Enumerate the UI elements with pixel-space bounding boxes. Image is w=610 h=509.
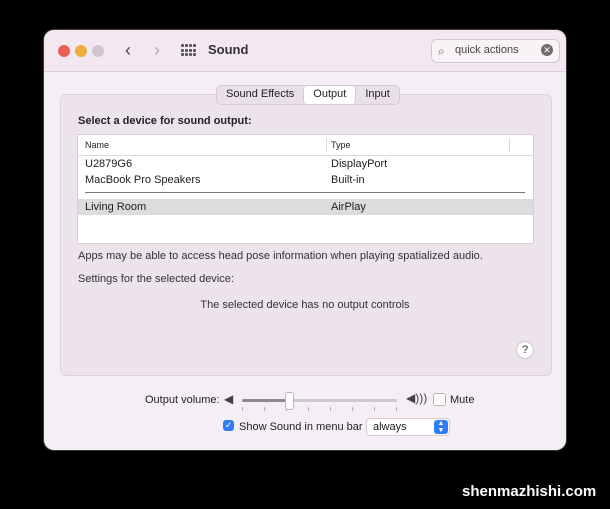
slider-tick [330, 407, 331, 411]
output-device-table: Name Type U2879G6 DisplayPort MacBook Pr… [77, 134, 534, 244]
column-header-name[interactable]: Name [85, 140, 109, 150]
column-divider [326, 138, 327, 152]
column-header-type[interactable]: Type [331, 140, 351, 150]
mute-checkbox[interactable] [433, 393, 446, 406]
back-chevron-icon[interactable]: ‹ [118, 40, 138, 60]
updown-chevron-icon: ▲ ▼ [434, 420, 448, 434]
window-title: Sound [208, 42, 249, 57]
show-all-grid-icon[interactable] [181, 44, 196, 57]
mute-label: Mute [450, 394, 475, 406]
output-volume-label: Output volume: [145, 394, 220, 406]
minimize-window-button[interactable] [75, 45, 87, 57]
no-output-controls-text: The selected device has no output contro… [200, 299, 410, 311]
volume-slider-thumb[interactable] [284, 392, 294, 410]
search-icon: ⌕ [438, 44, 445, 58]
device-type: DisplayPort [331, 158, 388, 170]
speaker-high-icon: ◀))) [406, 391, 428, 405]
forward-chevron-icon[interactable]: › [147, 40, 167, 60]
close-window-button[interactable] [58, 45, 70, 57]
device-settings-label: Settings for the selected device: [78, 273, 234, 285]
sound-preferences-window: ‹ › Sound ⌕ quick actions ✕ Sound Effect… [44, 30, 566, 450]
slider-tick [242, 407, 243, 411]
output-volume-slider[interactable] [242, 392, 397, 411]
slider-tick [308, 407, 309, 411]
menu-bar-visibility-select[interactable]: always ▲ ▼ [366, 418, 450, 436]
watermark-text: shenmazhishi.com [462, 483, 597, 500]
search-field[interactable]: ⌕ quick actions ✕ [431, 39, 560, 63]
column-divider [509, 138, 510, 152]
table-row[interactable]: MacBook Pro Speakers Built-in [78, 172, 533, 188]
table-row[interactable]: U2879G6 DisplayPort [78, 156, 533, 172]
clear-search-icon[interactable]: ✕ [541, 44, 553, 56]
tab-input[interactable]: Input [356, 86, 398, 104]
device-name: U2879G6 [85, 158, 133, 170]
search-input-value[interactable]: quick actions [455, 44, 519, 56]
zoom-window-button[interactable] [92, 45, 104, 57]
slider-tick [374, 407, 375, 411]
device-name: Living Room [85, 201, 147, 213]
tab-sound-effects[interactable]: Sound Effects [217, 86, 303, 104]
speaker-low-icon: ◀ [224, 392, 234, 406]
help-button[interactable]: ? [516, 341, 534, 359]
table-header: Name Type [78, 135, 533, 156]
head-pose-info-text: Apps may be able to access head pose inf… [78, 250, 483, 262]
volume-fill [242, 399, 289, 402]
tab-bar: Sound Effects Output Input [216, 85, 400, 105]
device-type: Built-in [331, 174, 365, 186]
slider-tick [396, 407, 397, 411]
title-bar: ‹ › Sound ⌕ quick actions ✕ [44, 30, 566, 72]
show-in-menu-bar-label: Show Sound in menu bar [239, 421, 363, 433]
device-type: AirPlay [331, 201, 366, 213]
menu-bar-visibility-value: always [373, 421, 407, 433]
device-select-prompt: Select a device for sound output: [78, 115, 252, 127]
device-group-divider [85, 192, 525, 193]
show-in-menu-bar-checkbox[interactable]: ✓ [223, 420, 234, 431]
tab-output[interactable]: Output [303, 86, 357, 104]
slider-tick [264, 407, 265, 411]
device-name: MacBook Pro Speakers [85, 174, 201, 186]
slider-tick [352, 407, 353, 411]
table-row[interactable]: Living Room AirPlay [78, 199, 533, 215]
